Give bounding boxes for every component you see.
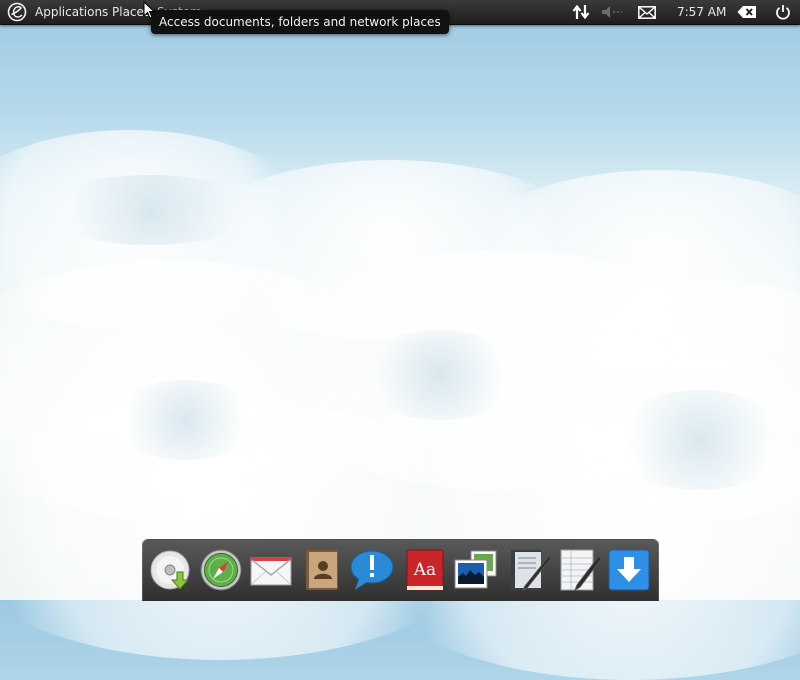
dictionary-icon[interactable]: Aa (405, 548, 449, 592)
photos-icon[interactable] (453, 548, 497, 592)
disk-installer-icon[interactable] (149, 548, 193, 592)
mail-icon[interactable] (636, 0, 658, 24)
downloads-icon[interactable] (607, 548, 651, 592)
web-browser-icon[interactable] (199, 548, 243, 592)
user-status-icon[interactable] (735, 0, 759, 24)
clock[interactable]: 7:57 AM (677, 0, 726, 24)
contacts-icon[interactable] (299, 548, 343, 592)
notes-icon[interactable] (507, 548, 552, 592)
network-updown-icon[interactable] (570, 0, 592, 24)
elementary-logo-icon[interactable] (6, 0, 28, 24)
mail-app-icon[interactable] (249, 548, 293, 592)
applications-menu[interactable]: Applications (35, 0, 108, 24)
dictionary-icon-label: Aa (413, 560, 436, 580)
chat-icon[interactable] (349, 548, 394, 592)
places-tooltip: Access documents, folders and network pl… (151, 10, 449, 34)
power-icon[interactable] (772, 0, 794, 24)
mouse-cursor-icon (143, 0, 156, 22)
text-editor-icon[interactable] (557, 548, 602, 592)
volume-muted-icon[interactable] (600, 0, 624, 24)
dock: Aa (142, 539, 659, 601)
